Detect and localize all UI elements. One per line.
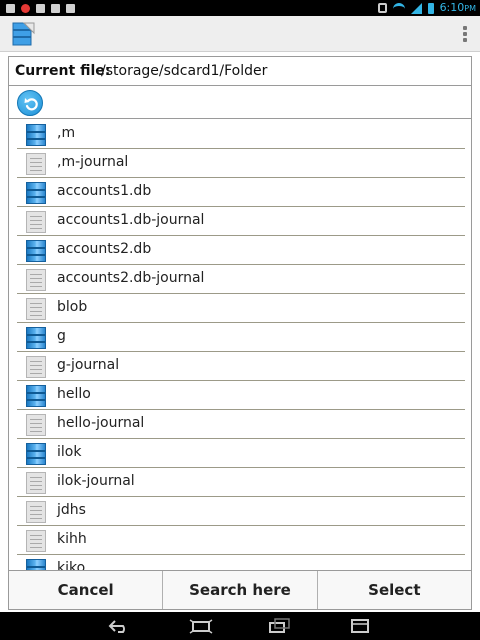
file-name: g-journal (57, 357, 120, 373)
file-list-item[interactable]: accounts2.db (17, 236, 465, 265)
database-icon (26, 443, 46, 465)
file-list-item[interactable]: accounts1.db (17, 178, 465, 207)
record-notification-icon (21, 3, 30, 13)
file-list-item[interactable]: blob (17, 294, 465, 323)
file-list-item[interactable]: ,m (17, 120, 465, 149)
search-here-button[interactable]: Search here (163, 571, 318, 609)
file-list-item[interactable]: kiko (17, 555, 465, 571)
file-list-item[interactable]: accounts1.db-journal (17, 207, 465, 236)
file-list-item[interactable]: jdhs (17, 497, 465, 526)
back-arrow-icon (24, 98, 38, 111)
app-notification-icon (66, 3, 75, 13)
battery-icon (427, 2, 434, 14)
file-name: hello (57, 386, 91, 402)
document-icon (26, 269, 46, 291)
file-name: accounts1.db-journal (57, 212, 205, 228)
file-name: accounts2.db (57, 241, 152, 257)
file-list-item[interactable]: hello (17, 381, 465, 410)
status-bar: 6:10PM (0, 0, 480, 16)
document-icon (26, 153, 46, 175)
file-name: kihh (57, 531, 87, 547)
cancel-button[interactable]: Cancel (9, 571, 164, 609)
file-name: ilok-journal (57, 473, 135, 489)
database-icon (26, 240, 46, 262)
facebook-notification-icon (6, 3, 15, 13)
app-logo-icon[interactable] (10, 21, 36, 47)
back-folder-button[interactable] (17, 90, 43, 116)
clock-time: 6:10 (439, 0, 465, 14)
select-button[interactable]: Select (318, 571, 471, 609)
file-name: accounts1.db (57, 183, 152, 199)
document-icon (26, 501, 46, 523)
back-nav-icon[interactable] (107, 617, 133, 635)
overflow-menu-icon[interactable] (462, 26, 468, 42)
file-list-item[interactable]: hello-journal (17, 410, 465, 439)
signal-icon (410, 2, 422, 14)
file-name: g (57, 328, 66, 344)
file-name: ,m (57, 125, 76, 141)
database-icon (26, 327, 46, 349)
file-name: accounts2.db-journal (57, 270, 205, 286)
current-file-path: /storage/sdcard1/Folder (101, 63, 268, 79)
wifi-icon (392, 3, 405, 13)
button-bar: Cancel Search here Select (9, 570, 471, 609)
document-icon (26, 530, 46, 552)
current-file-row: Current file: /storage/sdcard1/Folder (9, 57, 471, 86)
clock: 6:10PM (440, 1, 476, 16)
current-file-label: Current file: (15, 63, 111, 79)
recent-apps-nav-icon[interactable] (267, 617, 293, 635)
file-name: hello-journal (57, 415, 145, 431)
database-icon (26, 385, 46, 407)
vibrate-icon (377, 3, 387, 13)
screen: 6:10PM Current file: /storage/sdcard1/Fo… (0, 0, 480, 640)
document-icon (26, 298, 46, 320)
document-icon (26, 211, 46, 233)
file-name: jdhs (57, 502, 86, 518)
database-icon (26, 124, 46, 146)
menu-nav-icon[interactable] (348, 617, 374, 635)
file-list-item[interactable]: kihh (17, 526, 465, 555)
file-list[interactable]: ,m ,m-journal accounts1.db accounts1.db-jou… (17, 120, 465, 571)
notification-icons (6, 2, 75, 14)
navigation-bar (0, 612, 480, 640)
navigation-row (9, 87, 471, 119)
file-list-item[interactable]: ilok (17, 439, 465, 468)
file-name: ,m-journal (57, 154, 129, 170)
gallery-notification-icon (36, 3, 45, 13)
file-name: blob (57, 299, 88, 315)
file-list-item[interactable]: ilok-journal (17, 468, 465, 497)
file-chooser-panel: Current file: /storage/sdcard1/Folder ,m… (8, 56, 472, 610)
document-icon (26, 472, 46, 494)
file-name: ilok (57, 444, 82, 460)
clock-ampm: PM (464, 3, 476, 13)
file-list-item[interactable]: g-journal (17, 352, 465, 381)
document-icon (26, 414, 46, 436)
file-list-item[interactable]: g (17, 323, 465, 352)
document-icon (26, 356, 46, 378)
action-bar (0, 16, 480, 52)
system-status: 6:10PM (377, 1, 476, 16)
mail-notification-icon (51, 3, 60, 13)
file-list-item[interactable]: ,m-journal (17, 149, 465, 178)
home-nav-icon[interactable] (188, 617, 214, 635)
file-list-item[interactable]: accounts2.db-journal (17, 265, 465, 294)
database-icon (26, 182, 46, 204)
